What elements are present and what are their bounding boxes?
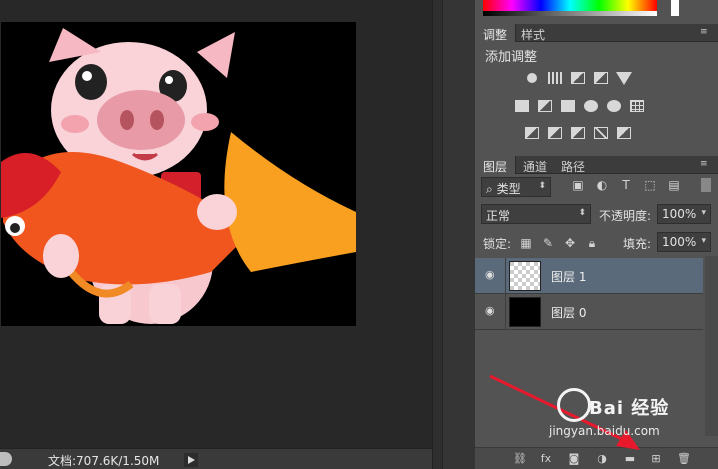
pig-hand-right <box>197 194 237 230</box>
panel-menu-icon[interactable]: ≡ <box>700 159 712 169</box>
filter-adjustment-icon[interactable]: ◐ <box>595 178 609 192</box>
curves-icon[interactable] <box>569 70 587 86</box>
white-swatch[interactable] <box>671 0 679 16</box>
color-balance-icon[interactable] <box>536 98 554 114</box>
filter-kind-label: 类型 <box>496 182 521 196</box>
delete-layer-icon[interactable]: 🗑︎ <box>677 452 691 466</box>
chevron-down-icon: ▾ <box>701 208 706 218</box>
filter-pixel-icon[interactable]: ▣ <box>571 178 585 192</box>
brightness-contrast-icon[interactable] <box>523 70 541 86</box>
baidu-jingyan-watermark: Bai 经验 jingyan.baidu.com <box>545 386 715 442</box>
levels-icon[interactable] <box>546 70 564 86</box>
fill-input[interactable]: 100% ▾ <box>657 232 711 252</box>
pig-eye-left <box>75 64 107 100</box>
layer-row[interactable]: ◉ 图层 0 <box>475 294 703 330</box>
search-icon: ⌕ <box>486 182 493 196</box>
posterize-icon[interactable] <box>546 125 564 141</box>
status-bar: 文档:707.6K/1.50M <box>0 448 432 469</box>
pig-leg-right <box>149 284 181 324</box>
panel-menu-icon[interactable]: ≡ <box>700 27 712 37</box>
status-menu-arrow-icon[interactable] <box>184 453 198 467</box>
layers-panel-header: 图层 通道 路径 ≡ <box>475 156 718 174</box>
adjustments-title: 添加调整 <box>485 50 538 65</box>
opacity-label: 不透明度: <box>599 209 652 223</box>
fill-value: 100% <box>662 235 697 249</box>
filter-toggle-switch[interactable] <box>701 178 711 192</box>
eye-visibility-icon[interactable]: ◉ <box>485 269 499 281</box>
document-window <box>0 0 432 448</box>
chevron-down-icon: ⬍ <box>538 181 546 191</box>
blend-mode-value: 正常 <box>486 209 511 223</box>
layer-thumbnail <box>509 261 541 291</box>
tab-styles[interactable]: 样式 <box>513 24 553 42</box>
document-size-info[interactable]: 文档:707.6K/1.50M <box>48 452 159 469</box>
panel-dock-divider <box>432 0 475 469</box>
layer-filter-kind-select[interactable]: ⌕ 类型 ⬍ <box>481 177 551 197</box>
black-white-icon[interactable] <box>559 98 577 114</box>
watermark-url: jingyan.baidu.com <box>549 424 660 438</box>
chevron-down-icon: ⬍ <box>578 208 586 218</box>
filter-shape-icon[interactable]: ⬚ <box>643 178 657 192</box>
layer-name[interactable]: 图层 1 <box>551 268 586 285</box>
tab-adjustments[interactable]: 调整 <box>475 24 517 42</box>
adjustments-row-1 <box>523 70 633 86</box>
pig-fish-artwork <box>1 28 356 324</box>
threshold-icon[interactable] <box>569 125 587 141</box>
lock-transparent-pixels-icon[interactable]: ▦ <box>519 236 533 250</box>
filter-smart-object-icon[interactable]: ▤ <box>667 178 681 192</box>
eye-visibility-icon[interactable]: ◉ <box>485 305 499 317</box>
layer-thumbnail <box>509 297 541 327</box>
exposure-icon[interactable] <box>592 70 610 86</box>
adjustments-row-2 <box>513 98 646 114</box>
blend-mode-select[interactable]: 正常 ⬍ <box>481 204 591 224</box>
watermark-main-text: Bai 经验 <box>589 398 670 419</box>
lock-image-pixels-icon[interactable]: ✎ <box>541 236 555 250</box>
lock-all-icon[interactable]: 🔒︎ <box>585 236 599 250</box>
lock-position-icon[interactable]: ✥ <box>563 236 577 250</box>
color-lookup-icon[interactable] <box>628 98 646 114</box>
photo-filter-icon[interactable] <box>582 98 600 114</box>
invert-icon[interactable] <box>523 125 541 141</box>
canvas[interactable] <box>1 22 356 326</box>
chevron-down-icon: ▾ <box>701 236 706 246</box>
tab-paths[interactable]: 路径 <box>553 156 593 174</box>
koi-fish-tail <box>224 132 356 272</box>
adjustments-row-3 <box>523 125 633 141</box>
tab-layers[interactable]: 图层 <box>475 156 517 174</box>
hue-saturation-icon[interactable] <box>513 98 531 114</box>
pig-snout <box>97 90 185 150</box>
pig-ear-right <box>197 32 235 78</box>
channel-mixer-icon[interactable] <box>605 98 623 114</box>
adjustments-panel-header: 调整 样式 ≡ <box>475 24 718 42</box>
fill-label: 填充: <box>623 237 652 251</box>
pig-hand-left <box>43 234 79 278</box>
vibrance-icon[interactable] <box>615 70 633 86</box>
vertical-scrollbar[interactable] <box>433 0 443 469</box>
lock-label: 锁定: <box>483 237 512 251</box>
gradient-map-icon[interactable] <box>615 125 633 141</box>
opacity-input[interactable]: 100% ▾ <box>657 204 711 224</box>
layer-row[interactable]: ◉ 图层 1 <box>475 258 703 294</box>
layer-name[interactable]: 图层 0 <box>551 304 586 321</box>
selective-color-icon[interactable] <box>592 125 610 141</box>
opacity-value: 100% <box>662 207 697 221</box>
filter-type-icon[interactable]: T <box>619 178 633 192</box>
paw-logo-icon <box>557 388 591 422</box>
tab-channels[interactable]: 通道 <box>515 156 555 174</box>
zoom-field-icon[interactable] <box>0 452 12 466</box>
color-spectrum-bar[interactable] <box>483 0 657 16</box>
